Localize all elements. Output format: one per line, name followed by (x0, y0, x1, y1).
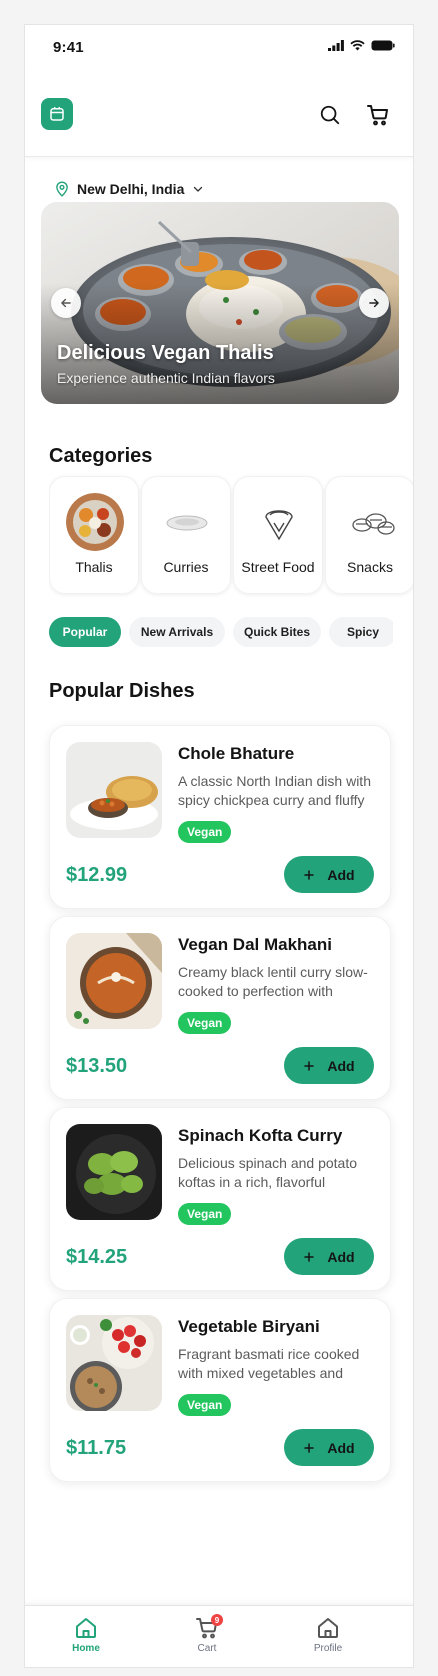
battery-icon (371, 40, 395, 51)
dish-card[interactable]: Vegan Dal Makhani Creamy black lentil cu… (49, 916, 391, 1100)
dish-description: A classic North Indian dish with spicy c… (178, 773, 371, 808)
dish-name: Chole Bhature (178, 744, 295, 763)
dish-name: Vegan Dal Makhani (178, 935, 332, 954)
dish-price: $13.50 (66, 1055, 128, 1077)
dish-card[interactable]: Vegetable Biryani Fragrant basmati rice … (49, 1298, 391, 1482)
plus-icon (304, 1060, 315, 1071)
arrow-right-icon (369, 298, 379, 308)
category-snacks[interactable]: Snacks (325, 476, 413, 594)
dish-description: Fragrant basmati rice cooked with mixed … (178, 1346, 360, 1381)
chip-quick-bites[interactable]: Quick Bites (233, 617, 321, 647)
nav-label: Home (72, 1643, 100, 1654)
location-text: New Delhi, India (77, 181, 185, 197)
add-button-label: Add (327, 1057, 355, 1074)
add-to-cart-button[interactable]: Add (284, 1238, 374, 1275)
category-label: Street Food (241, 559, 315, 575)
dish-name: Spinach Kofta Curry (178, 1126, 343, 1145)
plus-icon (304, 1442, 315, 1453)
category-thalis[interactable]: Thalis (49, 476, 139, 594)
dish-description: Creamy black lentil curry slow-cooked to… (178, 964, 368, 999)
map-pin-icon (56, 181, 68, 197)
status-bar: 9:41 (25, 25, 413, 67)
add-to-cart-button[interactable]: Add (284, 1429, 374, 1466)
profile-icon (318, 1618, 338, 1638)
add-to-cart-button[interactable]: Add (284, 1047, 374, 1084)
add-to-cart-button[interactable]: Add (284, 856, 374, 893)
add-button-label: Add (327, 1439, 355, 1456)
vegan-badge: Vegan (178, 1203, 232, 1225)
store-icon (50, 106, 64, 121)
nav-cart[interactable]: 9 Cart (167, 1614, 247, 1664)
vegan-badge: Vegan (178, 1012, 232, 1034)
bottom-navigation: Home 9 Cart Profile (25, 1605, 413, 1667)
filter-chips: Popular New Arrivals Quick Bites Spicy (49, 617, 393, 649)
dish-price: $11.75 (66, 1437, 127, 1459)
plus-icon (304, 869, 315, 880)
dish-price: $12.99 (66, 864, 128, 886)
category-label: Snacks (347, 559, 393, 575)
app-screen: 9:41 New Delhi, India Delicious Vegan Th… (24, 24, 414, 1668)
dish-image-chole-bhature (66, 742, 162, 838)
status-icons (328, 40, 395, 51)
chip-new-arrivals[interactable]: New Arrivals (129, 617, 225, 647)
category-curries[interactable]: Curries (141, 476, 231, 594)
chip-spicy[interactable]: Spicy (329, 617, 393, 647)
cart-count-badge: 9 (211, 1614, 223, 1626)
thali-plate-icon (66, 493, 124, 551)
header-cart-button[interactable] (365, 102, 391, 128)
vegan-badge: Vegan (178, 821, 232, 843)
banner-prev-button[interactable] (51, 288, 81, 318)
dish-description: Delicious spinach and potato koftas in a… (178, 1155, 358, 1190)
search-icon (320, 105, 340, 125)
status-time: 9:41 (53, 39, 84, 56)
snacks-icon (342, 493, 400, 551)
dish-card[interactable]: Chole Bhature A classic North Indian dis… (49, 725, 391, 909)
nav-home[interactable]: Home (46, 1616, 126, 1664)
dish-image-spinach-kofta (66, 1124, 162, 1220)
category-label: Thalis (75, 559, 113, 575)
arrow-left-icon (61, 298, 71, 308)
banner-subtitle: Experience authentic Indian flavors (57, 370, 275, 386)
popular-dishes-title: Popular Dishes (49, 680, 195, 702)
dish-name: Vegetable Biryani (178, 1317, 320, 1336)
chip-popular[interactable]: Popular (49, 617, 121, 647)
app-header (25, 67, 413, 157)
nav-label: Cart (197, 1643, 217, 1654)
app-logo[interactable] (41, 98, 73, 130)
add-button-label: Add (327, 1248, 355, 1265)
chevron-down-icon (194, 186, 203, 192)
location-selector[interactable]: New Delhi, India (55, 181, 204, 197)
search-button[interactable] (317, 102, 343, 128)
nav-profile[interactable]: Profile (288, 1616, 368, 1664)
vegan-badge: Vegan (178, 1394, 232, 1416)
banner-title: Delicious Vegan Thalis (57, 342, 274, 364)
category-label: Curries (163, 559, 209, 575)
dish-image-dal-makhani (66, 933, 162, 1029)
samosa-icon (250, 493, 308, 551)
home-icon (76, 1618, 96, 1638)
add-button-label: Add (327, 866, 355, 883)
category-street-food[interactable]: Street Food (233, 476, 323, 594)
dish-image-vegetable-biryani (66, 1315, 162, 1411)
signal-icon (328, 40, 344, 51)
cart-icon (367, 105, 388, 126)
wifi-icon (350, 40, 365, 51)
curry-bowl-icon (158, 493, 216, 551)
banner-next-button[interactable] (359, 288, 389, 318)
dish-price: $14.25 (66, 1246, 128, 1268)
categories-list: Thalis Curries Street Food Snacks (49, 472, 413, 598)
nav-label: Profile (313, 1643, 343, 1654)
categories-title: Categories (49, 445, 153, 467)
dish-card[interactable]: Spinach Kofta Curry Delicious spinach an… (49, 1107, 391, 1291)
plus-icon (304, 1251, 315, 1262)
promo-banner[interactable]: Delicious Vegan Thalis Experience authen… (41, 202, 399, 404)
